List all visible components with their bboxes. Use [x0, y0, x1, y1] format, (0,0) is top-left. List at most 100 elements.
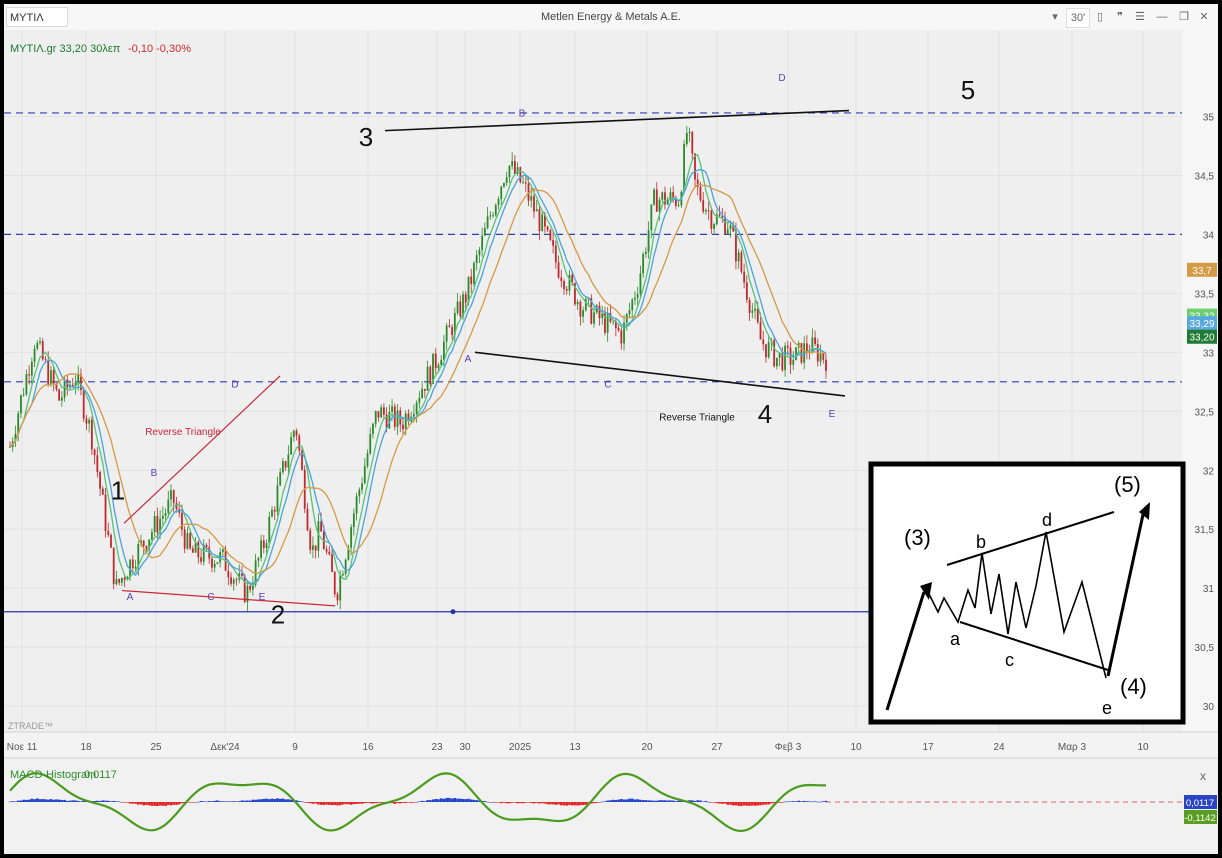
macd-histogram-bar [139, 802, 143, 805]
candle [478, 249, 481, 256]
quote-ticker: MYTIΛ.gr 33,20 30λεπ [10, 43, 121, 55]
macd-histogram-bar [126, 802, 129, 803]
macd-histogram-bar [191, 802, 195, 803]
candle [77, 374, 80, 383]
wave-number-label: 5 [961, 75, 975, 105]
y-tick-label: 32 [1203, 466, 1215, 477]
macd-histogram-bar [761, 802, 765, 805]
macd-histogram-bar [131, 802, 135, 804]
macd-histogram-bar [194, 802, 197, 803]
timeframe-button[interactable]: 30' [1066, 8, 1090, 28]
macd-histogram-bar [696, 800, 700, 802]
candle [598, 305, 601, 319]
macd-histogram-bar [147, 802, 151, 806]
candle [164, 512, 167, 516]
wave-number-label: 2 [271, 600, 285, 630]
screenshot-frame: MYTIΛ Metlen Energy & Metals A.E. ▾ 30' … [0, 0, 1222, 858]
x-tick-label: 16 [362, 742, 374, 753]
x-tick-label: 2025 [509, 742, 532, 753]
macd-histogram-bar [172, 802, 176, 805]
candle [443, 341, 445, 360]
macd-histogram-bar [467, 798, 470, 802]
inset-label-c: c [1005, 650, 1014, 670]
candle [161, 515, 164, 519]
candle [271, 509, 273, 517]
candle [82, 390, 85, 419]
candle [314, 545, 317, 551]
candle [382, 407, 385, 415]
candle [775, 357, 778, 367]
candle [47, 359, 50, 385]
settings-icon[interactable]: ☰ [1132, 8, 1148, 26]
candle [153, 516, 156, 533]
x-tick-label: 18 [80, 742, 92, 753]
macd-histogram-bar [98, 800, 102, 802]
macd-histogram-bar [16, 800, 20, 802]
wave-number-label: 3 [359, 122, 373, 152]
macd-histogram-bar [349, 802, 353, 805]
candle [134, 566, 137, 569]
candle [494, 204, 497, 216]
candle [172, 490, 175, 504]
macd-histogram-bar [221, 801, 225, 802]
candle [639, 273, 642, 295]
candle [221, 549, 224, 553]
candle [287, 454, 290, 468]
macd-histogram-bar [802, 800, 806, 802]
wave-letter-label: D [778, 73, 785, 84]
macd-histogram-bar [472, 799, 476, 802]
macd-histogram-bar [169, 802, 173, 806]
macd-histogram-bar [368, 802, 372, 804]
candle [33, 348, 36, 362]
macd-histogram-bar [600, 801, 604, 803]
inset-label-b: b [976, 532, 986, 552]
macd-histogram-bar [412, 802, 416, 803]
candle [145, 545, 148, 550]
y-tick-label: 31,5 [1195, 525, 1215, 536]
candle [636, 294, 639, 298]
candle [464, 294, 467, 303]
macd-histogram-bar [287, 799, 290, 802]
macd-close-icon[interactable]: x [1200, 769, 1206, 783]
candle [535, 209, 538, 212]
macd-histogram-bar [120, 802, 124, 803]
macd-histogram-bar [565, 802, 569, 806]
candle [658, 199, 661, 212]
candle [767, 342, 770, 358]
restore-icon[interactable]: ❐ [1176, 8, 1192, 26]
candle [377, 411, 380, 418]
save-icon[interactable]: ▯ [1092, 8, 1108, 26]
y-tick-label: 31 [1203, 584, 1215, 595]
macd-histogram-bar [358, 802, 361, 804]
candle [691, 131, 694, 154]
x-tick-label: Δεκ'24 [210, 742, 240, 753]
minimize-icon[interactable]: — [1154, 8, 1170, 26]
macd-histogram-bar [57, 799, 61, 802]
candle [650, 204, 653, 231]
macd-histogram-bar [123, 802, 126, 803]
candle [634, 297, 636, 300]
macd-histogram-bar [232, 801, 236, 802]
macd-histogram-bar [489, 802, 492, 803]
y-tick-label: 34 [1203, 230, 1215, 241]
macd-histogram-bar [63, 799, 66, 802]
comment-icon[interactable]: ❞ [1112, 8, 1128, 26]
candle [262, 540, 265, 548]
candle [120, 577, 123, 583]
candle [361, 483, 363, 490]
close-window-icon[interactable]: ✕ [1196, 8, 1212, 26]
macd-histogram-bar [79, 801, 83, 803]
macd-histogram-bar [562, 802, 566, 806]
macd-histogram-bar [543, 802, 547, 804]
macd-histogram-bar [704, 800, 708, 802]
macd-histogram-bar [644, 800, 648, 802]
macd-histogram-bar [306, 802, 309, 803]
candle [325, 549, 328, 552]
macd-histogram-bar [729, 802, 732, 805]
macd-histogram-bar [109, 801, 113, 802]
candle [702, 200, 705, 212]
dropdown-chevron-icon[interactable]: ▾ [1048, 8, 1062, 26]
macd-histogram-bar [811, 801, 814, 803]
macd-histogram-bar [532, 802, 536, 804]
macd-value: 0,0117 [84, 769, 117, 781]
